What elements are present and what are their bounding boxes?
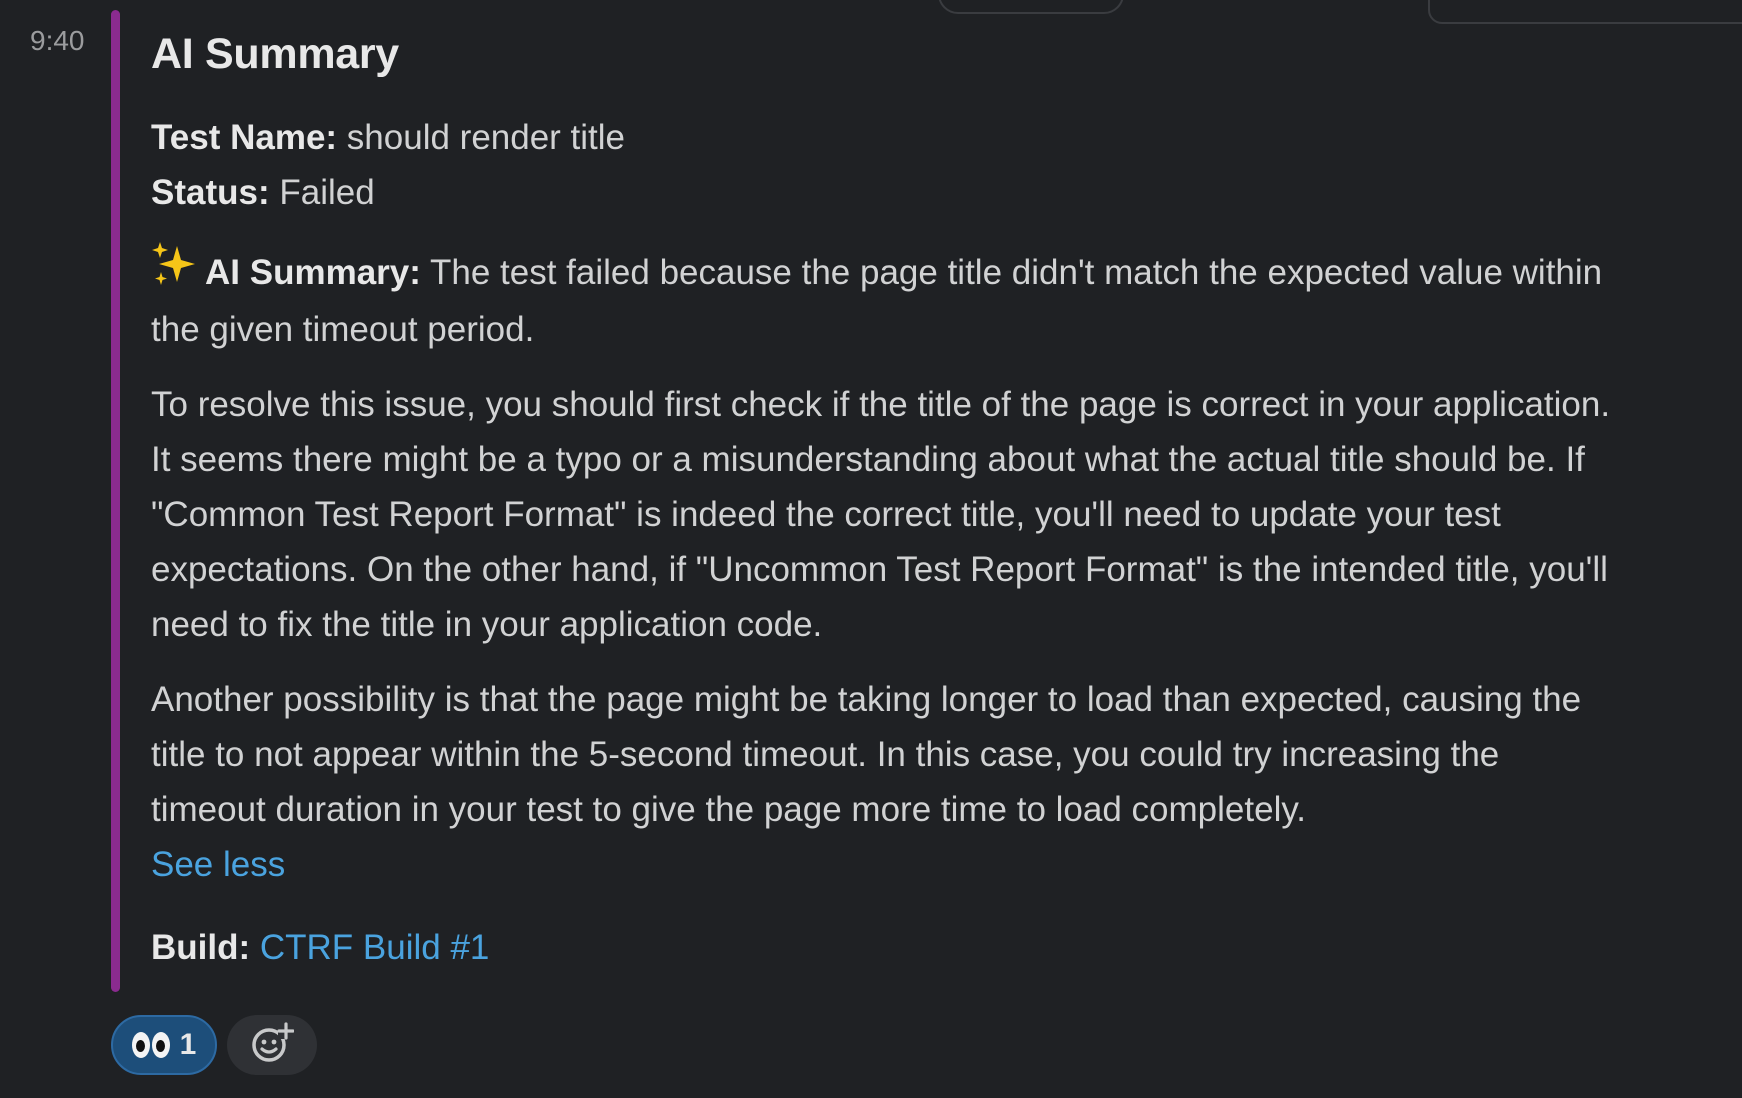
- attachment-accent-bar: [111, 10, 120, 992]
- attachment-content: AI Summary Test Name: should render titl…: [151, 22, 1621, 975]
- test-name-value: should render title: [337, 118, 626, 157]
- ai-summary-block: AI Summary: The test failed because the …: [151, 242, 1621, 357]
- top-pill-button[interactable]: [938, 0, 1124, 14]
- add-reaction-button[interactable]: [227, 1015, 317, 1075]
- build-field: Build: CTRF Build #1: [151, 920, 1621, 975]
- ai-summary-label: AI Summary:: [205, 253, 421, 292]
- status-label: Status:: [151, 173, 270, 212]
- see-less-link[interactable]: See less: [151, 837, 1621, 892]
- reactions-bar: 1: [111, 1015, 317, 1075]
- possibility-paragraph: Another possibility is that the page mig…: [151, 680, 1582, 829]
- test-name-label: Test Name:: [151, 118, 338, 157]
- status-field: Status: Failed: [151, 165, 1621, 220]
- reaction-eyes[interactable]: 1: [111, 1015, 217, 1075]
- add-reaction-icon: [250, 1021, 295, 1070]
- resolution-paragraph: To resolve this issue, you should first …: [151, 385, 1611, 644]
- test-name-field: Test Name: should render title: [151, 110, 1621, 165]
- message-timestamp[interactable]: 9:40: [30, 25, 85, 57]
- status-value: Failed: [269, 173, 375, 212]
- eyes-icon: [131, 1032, 170, 1058]
- sparkles-icon: [151, 242, 205, 302]
- top-input-box[interactable]: [1428, 0, 1742, 24]
- reaction-count: 1: [179, 1028, 197, 1061]
- attachment-title: AI Summary: [151, 30, 399, 78]
- build-label: Build:: [151, 928, 251, 967]
- build-link[interactable]: CTRF Build #1: [260, 928, 490, 967]
